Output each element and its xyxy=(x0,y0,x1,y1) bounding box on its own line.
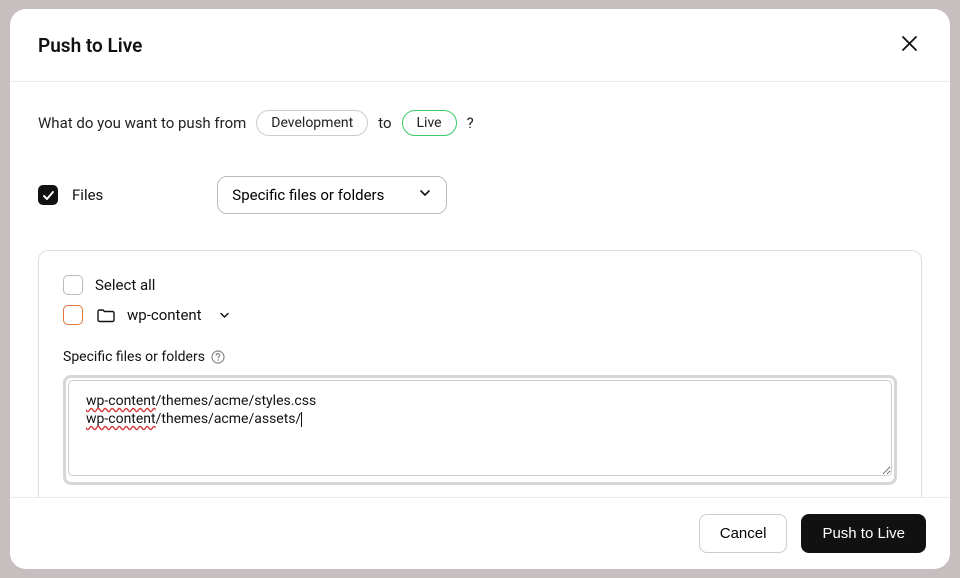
question-row: What do you want to push from Developmen… xyxy=(38,110,922,136)
files-scope-select[interactable]: Specific files or folders xyxy=(217,176,447,214)
select-all-row: Select all xyxy=(63,275,897,295)
select-all-checkbox[interactable] xyxy=(63,275,83,295)
textarea-container: wp-content/themes/acme/styles.css wp-con… xyxy=(68,380,892,480)
cancel-button[interactable]: Cancel xyxy=(699,514,788,553)
modal-header: Push to Live xyxy=(10,9,950,82)
specific-files-textarea[interactable] xyxy=(68,380,892,476)
tree-root-row: wp-content xyxy=(63,305,897,325)
textarea-outer: wp-content/themes/acme/styles.css wp-con… xyxy=(63,375,897,485)
push-to-live-modal: Push to Live What do you want to push fr… xyxy=(10,9,950,569)
source-env-pill: Development xyxy=(256,110,368,136)
close-button[interactable] xyxy=(897,31,922,59)
question-prefix: What do you want to push from xyxy=(38,114,246,132)
specific-files-label-row: Specific files or folders xyxy=(63,349,897,365)
question-suffix: ? xyxy=(467,114,474,132)
files-panel: Select all wp-content Specific files or … xyxy=(38,250,922,497)
to-word: to xyxy=(378,114,391,132)
files-row: Files Specific files or folders xyxy=(38,176,922,214)
chevron-down-icon xyxy=(418,186,432,204)
push-to-live-button[interactable]: Push to Live xyxy=(801,514,926,553)
help-icon[interactable] xyxy=(211,350,225,364)
files-checkbox[interactable] xyxy=(38,185,58,205)
close-icon xyxy=(901,35,918,55)
target-env-pill: Live xyxy=(402,110,457,136)
modal-body: What do you want to push from Developmen… xyxy=(10,82,950,497)
folder-icon xyxy=(97,308,115,323)
modal-title: Push to Live xyxy=(38,34,142,57)
specific-files-label: Specific files or folders xyxy=(63,349,205,365)
modal-footer: Cancel Push to Live xyxy=(10,497,950,569)
files-label: Files xyxy=(72,186,103,204)
wp-content-checkbox[interactable] xyxy=(63,305,83,325)
select-all-label: Select all xyxy=(95,276,155,294)
chevron-down-icon[interactable] xyxy=(218,309,231,322)
tree-root-label: wp-content xyxy=(127,306,202,324)
select-value: Specific files or folders xyxy=(232,186,384,204)
